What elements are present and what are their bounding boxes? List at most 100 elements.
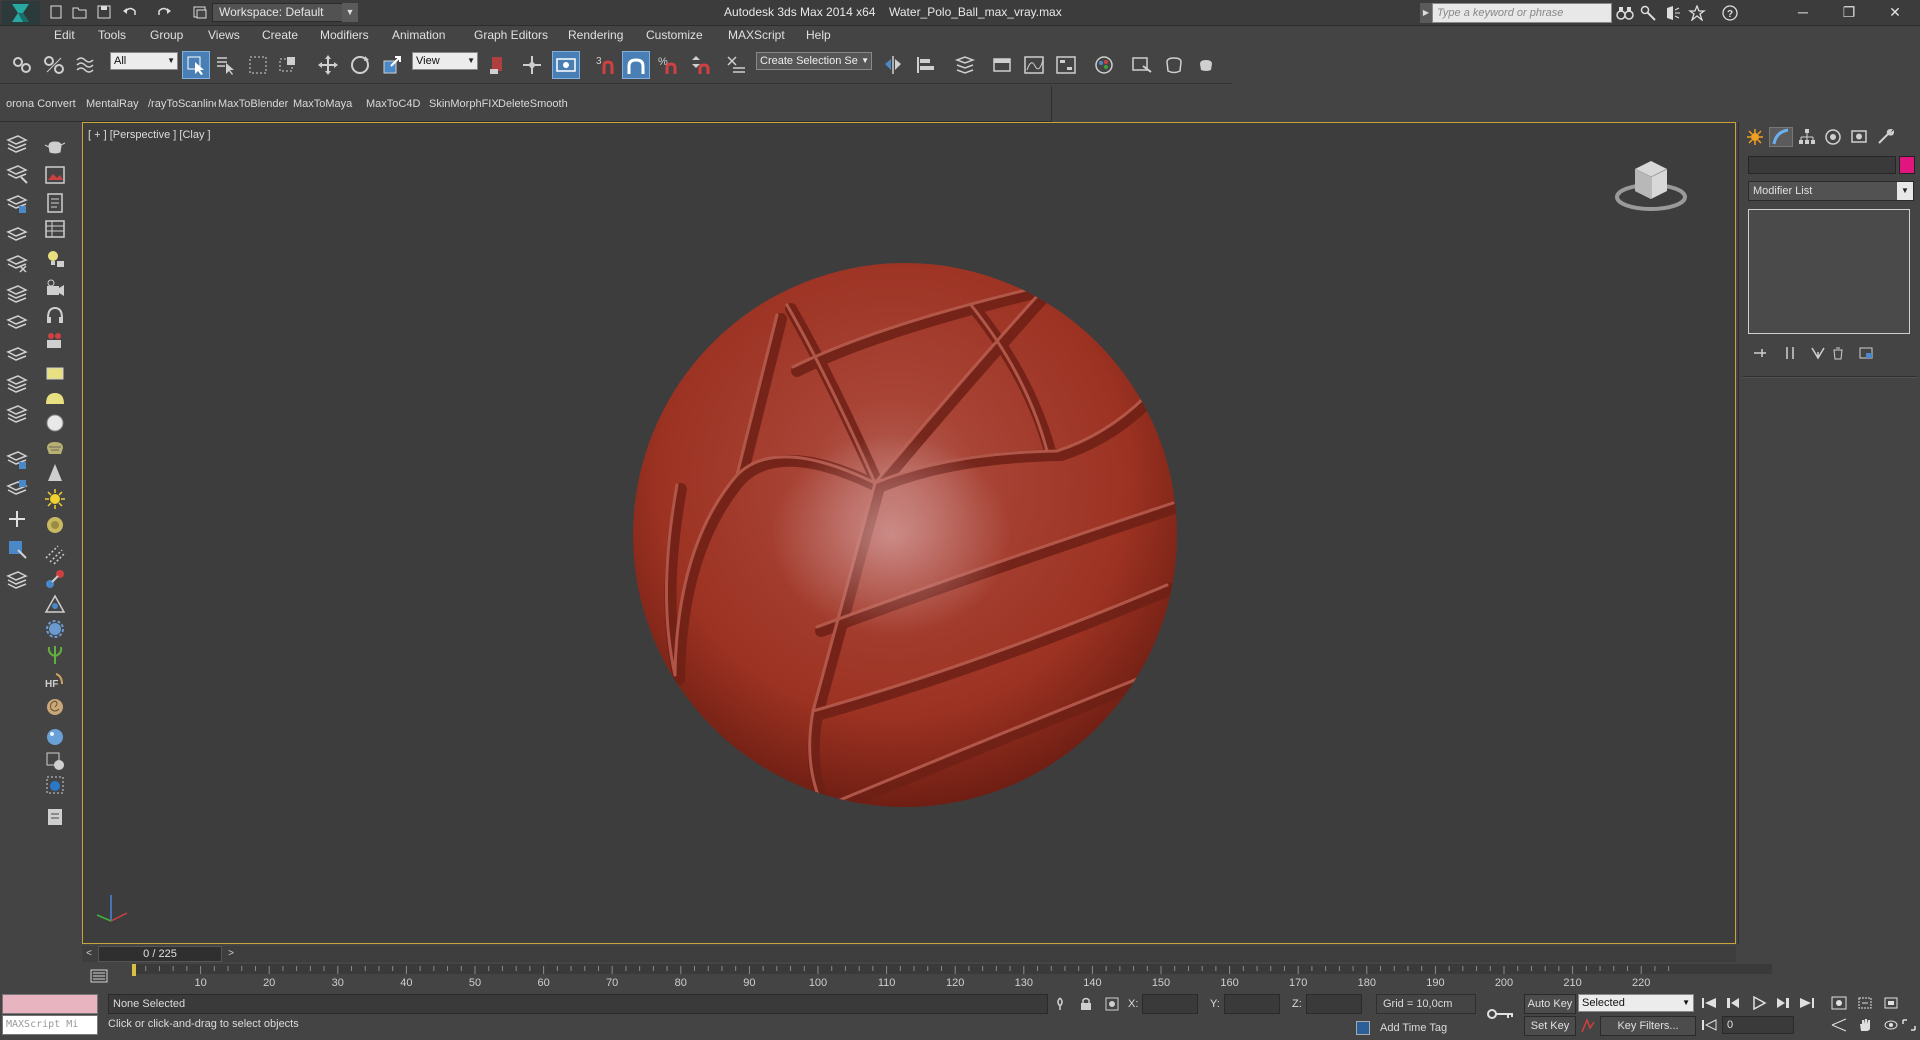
menu-views[interactable]: Views (208, 28, 240, 42)
layer-tool-3[interactable] (2, 190, 32, 216)
vray-to-scanline-button[interactable]: /rayToScanline (148, 98, 216, 110)
max-to-c4d-button[interactable]: MaxToC4D (366, 98, 420, 110)
communication-center-icon[interactable] (1664, 5, 1682, 21)
open-file-icon[interactable] (72, 5, 88, 19)
help-icon[interactable]: ? (1722, 5, 1740, 21)
configure-modifier-sets-button[interactable] (1855, 344, 1877, 362)
add-button[interactable] (2, 506, 32, 532)
table-tool[interactable] (40, 216, 70, 242)
frame-ruler[interactable]: 10 20 30 40 50 60 70 80 90 100 110 120 130 140 150 160 1… (132, 964, 1772, 988)
maxscript-listener-output[interactable] (2, 994, 98, 1014)
window-crossing-button[interactable] (274, 51, 302, 79)
minimize-button[interactable]: ─ (1780, 0, 1826, 24)
new-file-icon[interactable] (48, 5, 64, 19)
menu-rendering[interactable]: Rendering (568, 28, 623, 42)
mirror-button[interactable] (880, 51, 908, 79)
toggle-scene-explorer-button[interactable] (950, 51, 978, 79)
menu-help[interactable]: Help (806, 28, 831, 42)
object-name-field[interactable] (1748, 156, 1896, 174)
menu-tools[interactable]: Tools (98, 28, 126, 42)
mini-curve-editor-icon[interactable] (90, 968, 108, 984)
z-coordinate-field[interactable] (1306, 994, 1362, 1014)
workspace-dropdown-arrow[interactable]: ▼ (342, 3, 358, 22)
material-sphere-tool[interactable] (40, 724, 70, 750)
named-selection-sets-dropdown[interactable]: Create Selection Se ▼ (756, 52, 872, 70)
skin-morph-fix-button[interactable]: SkinMorphFIX (429, 98, 499, 110)
subscription-key-icon[interactable] (1640, 5, 1658, 21)
select-and-link-button[interactable] (8, 51, 36, 79)
menu-animation[interactable]: Animation (392, 28, 445, 42)
menu-create[interactable]: Create (262, 28, 298, 42)
close-button[interactable]: ✕ (1872, 0, 1918, 24)
mentalray-button[interactable]: MentalRay (86, 98, 139, 110)
modifier-stack-view[interactable] (1748, 209, 1910, 334)
teapot-tool[interactable] (40, 134, 70, 160)
angle-snap-toggle-button[interactable] (622, 51, 650, 79)
tab-create[interactable] (1743, 127, 1767, 147)
key-mode-dropdown[interactable]: Selected ▼ (1578, 994, 1694, 1012)
project-folder-icon[interactable] (192, 5, 208, 19)
max-to-maya-button[interactable]: MaxToMaya (293, 98, 352, 110)
x-coordinate-field[interactable] (1142, 994, 1198, 1014)
tab-modify[interactable] (1769, 127, 1793, 147)
max-to-blender-button[interactable]: MaxToBlender (218, 98, 288, 110)
save-file-icon[interactable] (96, 5, 112, 19)
time-slider-thumb[interactable]: 0 / 225 (98, 946, 222, 962)
light-tool[interactable] (40, 246, 70, 272)
layer-tool-1[interactable] (2, 130, 32, 156)
pin-stack-button[interactable] (1749, 344, 1771, 362)
selection-filter-dropdown[interactable]: All ▼ (110, 52, 178, 70)
next-frame-key-button[interactable] (1774, 994, 1792, 1012)
hemisphere-tool[interactable] (40, 386, 70, 412)
go-to-start-button[interactable] (1700, 994, 1718, 1012)
percent-snap-toggle-button[interactable]: % (654, 51, 682, 79)
schematic-view-button[interactable] (1052, 51, 1080, 79)
layer-tool-5[interactable] (2, 250, 32, 276)
previous-frame-key-button[interactable] (1724, 994, 1742, 1012)
menu-graph-editors[interactable]: Graph Editors (474, 28, 548, 42)
cloth-tool[interactable] (40, 694, 70, 720)
remove-modifier-button[interactable] (1827, 344, 1849, 362)
video-tool[interactable] (40, 328, 70, 354)
layer-tool-10[interactable] (2, 400, 32, 426)
rendered-frame-window-button[interactable] (1160, 51, 1188, 79)
key-icon[interactable] (1486, 1004, 1516, 1024)
layer-tool-2[interactable] (2, 160, 32, 186)
bind-to-space-warp-button[interactable] (72, 51, 100, 79)
set-key-button[interactable]: Set Key (1524, 1016, 1576, 1036)
render-preset-tool[interactable] (40, 748, 70, 774)
set-key-curve-icon[interactable] (1580, 1018, 1596, 1034)
select-by-name-button[interactable] (212, 51, 240, 79)
water-polo-ball-model[interactable] (631, 259, 1179, 811)
favorites-star-icon[interactable] (1688, 5, 1706, 21)
rectangular-selection-button[interactable] (244, 51, 272, 79)
layer-tool-12[interactable] (2, 476, 32, 502)
menu-customize[interactable]: Customize (646, 28, 703, 42)
viewcube-icon[interactable] (1611, 153, 1691, 215)
tab-utilities[interactable] (1873, 127, 1897, 147)
keyboard-shortcut-override-button[interactable] (552, 51, 580, 79)
snaps-toggle-button[interactable]: 3 (592, 51, 620, 79)
app-menu-button[interactable] (2, 1, 40, 25)
binoculars-icon[interactable] (1616, 5, 1634, 21)
render-setup-button[interactable] (1128, 51, 1156, 79)
auto-key-button[interactable]: Auto Key (1524, 994, 1576, 1014)
menu-modifiers[interactable]: Modifiers (320, 28, 369, 42)
curve-editor-button[interactable] (1020, 51, 1048, 79)
play-animation-button[interactable] (1750, 994, 1768, 1012)
zoom-extents-all-button[interactable] (1882, 994, 1900, 1012)
unlink-selection-button[interactable] (40, 51, 68, 79)
sun-tool[interactable] (40, 486, 70, 512)
y-coordinate-field[interactable] (1224, 994, 1280, 1014)
align-button[interactable] (912, 51, 940, 79)
layer-tool-7[interactable] (2, 310, 32, 336)
redo-icon[interactable] (156, 5, 172, 19)
cone-tool[interactable] (40, 460, 70, 486)
scripts-tool[interactable] (40, 804, 70, 830)
modifier-list-dropdown[interactable]: Modifier List ▼ (1748, 181, 1914, 201)
edit-named-selection-sets-button[interactable] (722, 51, 750, 79)
hair-fur-tool[interactable]: HF (40, 668, 70, 694)
select-and-move-button[interactable] (314, 51, 342, 79)
camera-tool[interactable] (40, 276, 70, 302)
layer-tool-11[interactable] (2, 446, 32, 472)
